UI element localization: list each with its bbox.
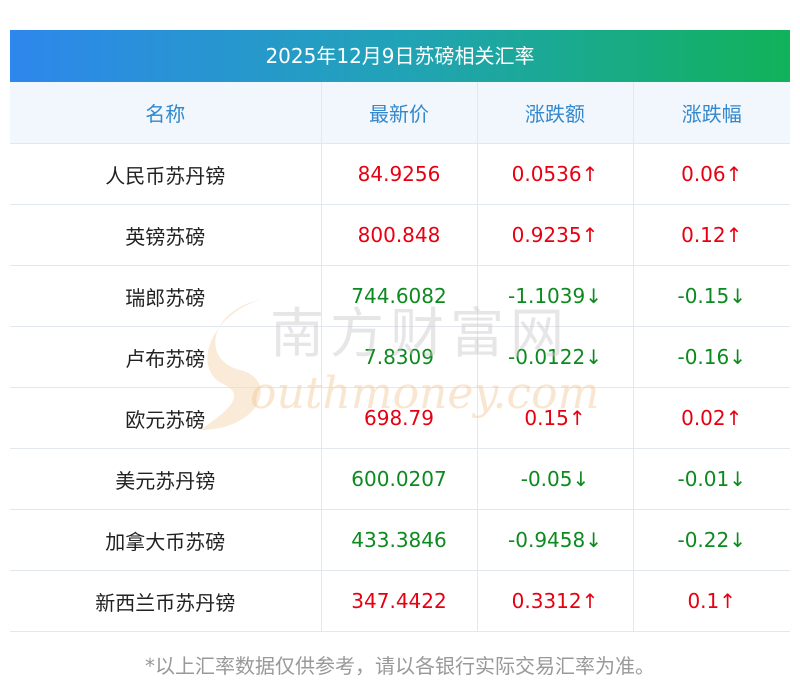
- currency-name: 卢布苏磅: [10, 326, 322, 388]
- rates-table: 名称 最新价 涨跌额 涨跌幅 人民币苏丹镑 84.9256 0.0536↑ 0.…: [10, 82, 790, 632]
- change-amount: -0.9458↓: [477, 509, 634, 571]
- change-amount: 0.9235↑: [477, 204, 634, 266]
- change-amount: -0.05↓: [477, 448, 634, 510]
- latest-price: 698.79: [321, 387, 478, 449]
- header-name: 名称: [10, 82, 322, 144]
- latest-price: 600.0207: [321, 448, 478, 510]
- table-row: 新西兰币苏丹镑 347.4422 0.3312↑ 0.1↑: [10, 570, 790, 632]
- currency-name: 美元苏丹镑: [10, 448, 322, 510]
- table-row: 人民币苏丹镑 84.9256 0.0536↑ 0.06↑: [10, 143, 790, 205]
- currency-name: 加拿大币苏磅: [10, 509, 322, 571]
- disclaimer: *以上汇率数据仅供参考，请以各银行实际交易汇率为准。: [145, 654, 655, 678]
- table-row: 加拿大币苏磅 433.3846 -0.9458↓ -0.22↓: [10, 509, 790, 571]
- latest-price: 7.8309: [321, 326, 478, 388]
- latest-price: 347.4422: [321, 570, 478, 632]
- currency-name: 新西兰币苏丹镑: [10, 570, 322, 632]
- change-percent: -0.16↓: [633, 326, 790, 388]
- header-row: 名称 最新价 涨跌额 涨跌幅: [10, 82, 790, 144]
- change-amount: 0.0536↑: [477, 143, 634, 205]
- change-percent: -0.01↓: [633, 448, 790, 510]
- table-row: 卢布苏磅 7.8309 -0.0122↓ -0.16↓: [10, 326, 790, 388]
- change-percent: 0.1↑: [633, 570, 790, 632]
- table-row: 英镑苏磅 800.848 0.9235↑ 0.12↑: [10, 204, 790, 266]
- change-amount: 0.15↑: [477, 387, 634, 449]
- header-change: 涨跌额: [477, 82, 634, 144]
- change-amount: -1.1039↓: [477, 265, 634, 327]
- currency-name: 欧元苏磅: [10, 387, 322, 449]
- change-percent: 0.06↑: [633, 143, 790, 205]
- latest-price: 744.6082: [321, 265, 478, 327]
- change-amount: -0.0122↓: [477, 326, 634, 388]
- change-percent: -0.22↓: [633, 509, 790, 571]
- latest-price: 433.3846: [321, 509, 478, 571]
- change-percent: 0.02↑: [633, 387, 790, 449]
- change-amount: 0.3312↑: [477, 570, 634, 632]
- latest-price: 800.848: [321, 204, 478, 266]
- table-row: 瑞郎苏磅 744.6082 -1.1039↓ -0.15↓: [10, 265, 790, 327]
- table-title: 2025年12月9日苏磅相关汇率: [10, 30, 790, 82]
- header-pct: 涨跌幅: [633, 82, 790, 144]
- table-row: 美元苏丹镑 600.0207 -0.05↓ -0.01↓: [10, 448, 790, 510]
- rates-panel: 2025年12月9日苏磅相关汇率 名称 最新价 涨跌额 涨跌幅 人民币苏丹镑 8…: [10, 30, 790, 632]
- latest-price: 84.9256: [321, 143, 478, 205]
- change-percent: -0.15↓: [633, 265, 790, 327]
- change-percent: 0.12↑: [633, 204, 790, 266]
- currency-name: 英镑苏磅: [10, 204, 322, 266]
- currency-name: 人民币苏丹镑: [10, 143, 322, 205]
- currency-name: 瑞郎苏磅: [10, 265, 322, 327]
- header-price: 最新价: [321, 82, 478, 144]
- table-row: 欧元苏磅 698.79 0.15↑ 0.02↑: [10, 387, 790, 449]
